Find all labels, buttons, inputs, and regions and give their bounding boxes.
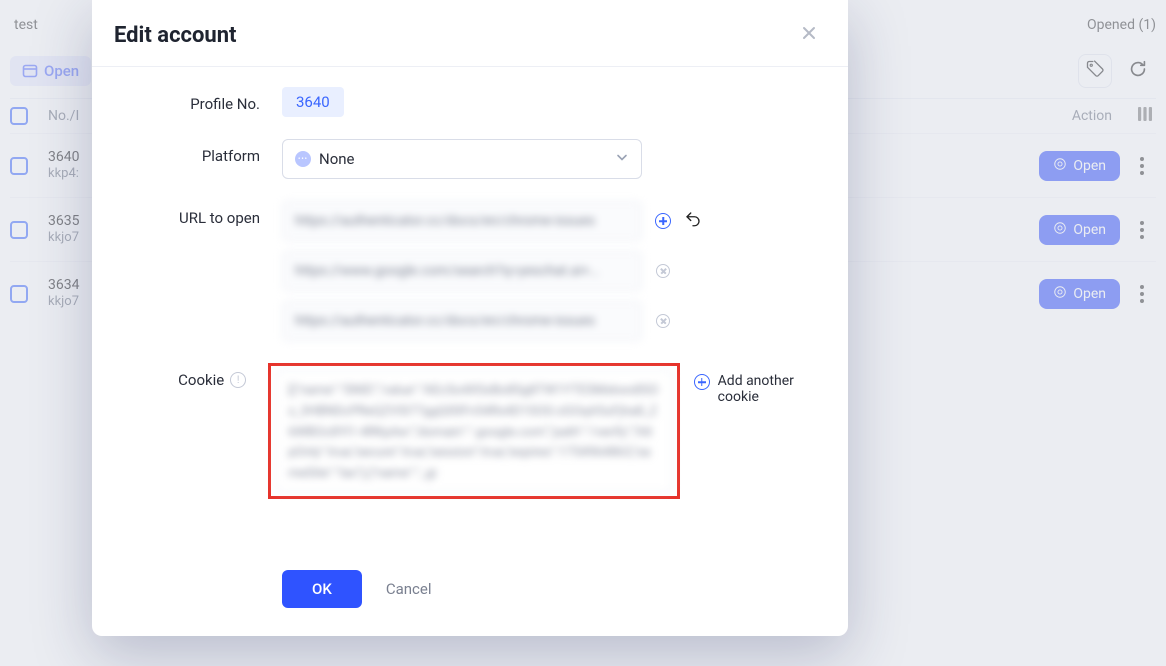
url-input[interactable]: https://authenticator.cc/docs/en/chrome-… [282, 301, 642, 341]
close-icon [800, 27, 818, 46]
x-icon [656, 314, 670, 328]
label-platform: Platform [132, 139, 282, 165]
modal-body: Profile No. 3640 Platform None [92, 67, 848, 546]
platform-icon [295, 151, 311, 167]
cancel-button[interactable]: Cancel [386, 580, 432, 598]
remove-url-button[interactable] [654, 262, 672, 280]
cookie-textarea[interactable]: [{"name":"SNID","value":"AEcSo4XSxBo8Sg8… [275, 370, 672, 492]
plus-icon [694, 374, 710, 390]
modal-header: Edit account [92, 0, 848, 67]
edit-account-modal: Edit account Profile No. 3640 Platform N… [92, 0, 848, 636]
field-url: URL to open https://authenticator.cc/doc… [132, 201, 808, 341]
field-cookie: Cookie ! [{"name":"SNID","value":"AEcSo4… [132, 363, 808, 499]
label-cookie: Cookie [178, 371, 224, 389]
add-url-button[interactable] [654, 212, 672, 230]
profile-no-chip: 3640 [282, 87, 344, 117]
undo-url-button[interactable] [684, 212, 702, 230]
add-cookie-label: Add another cookie [718, 373, 808, 405]
ok-button[interactable]: OK [282, 570, 362, 608]
platform-select[interactable]: None [282, 139, 642, 179]
plus-icon [655, 213, 671, 229]
modal-title: Edit account [114, 23, 237, 48]
field-profile-no: Profile No. 3640 [132, 87, 808, 117]
field-platform: Platform None [132, 139, 808, 179]
add-cookie-button[interactable]: Add another cookie [694, 363, 808, 405]
remove-url-button[interactable] [654, 312, 672, 330]
chevron-down-icon [615, 150, 629, 168]
undo-icon [684, 210, 702, 232]
x-icon [656, 264, 670, 278]
label-profile-no: Profile No. [132, 87, 282, 113]
platform-value: None [319, 150, 355, 168]
info-icon[interactable]: ! [230, 372, 246, 388]
url-input[interactable]: https://www.google.com/search?q=yeschat.… [282, 251, 642, 291]
cookie-highlight: [{"name":"SNID","value":"AEcSo4XSxBo8Sg8… [268, 363, 679, 499]
label-url: URL to open [132, 201, 282, 227]
close-button[interactable] [796, 20, 822, 50]
url-input[interactable]: https://authenticator.cc/docs/en/chrome-… [282, 201, 642, 241]
modal-footer: OK Cancel [92, 546, 848, 636]
